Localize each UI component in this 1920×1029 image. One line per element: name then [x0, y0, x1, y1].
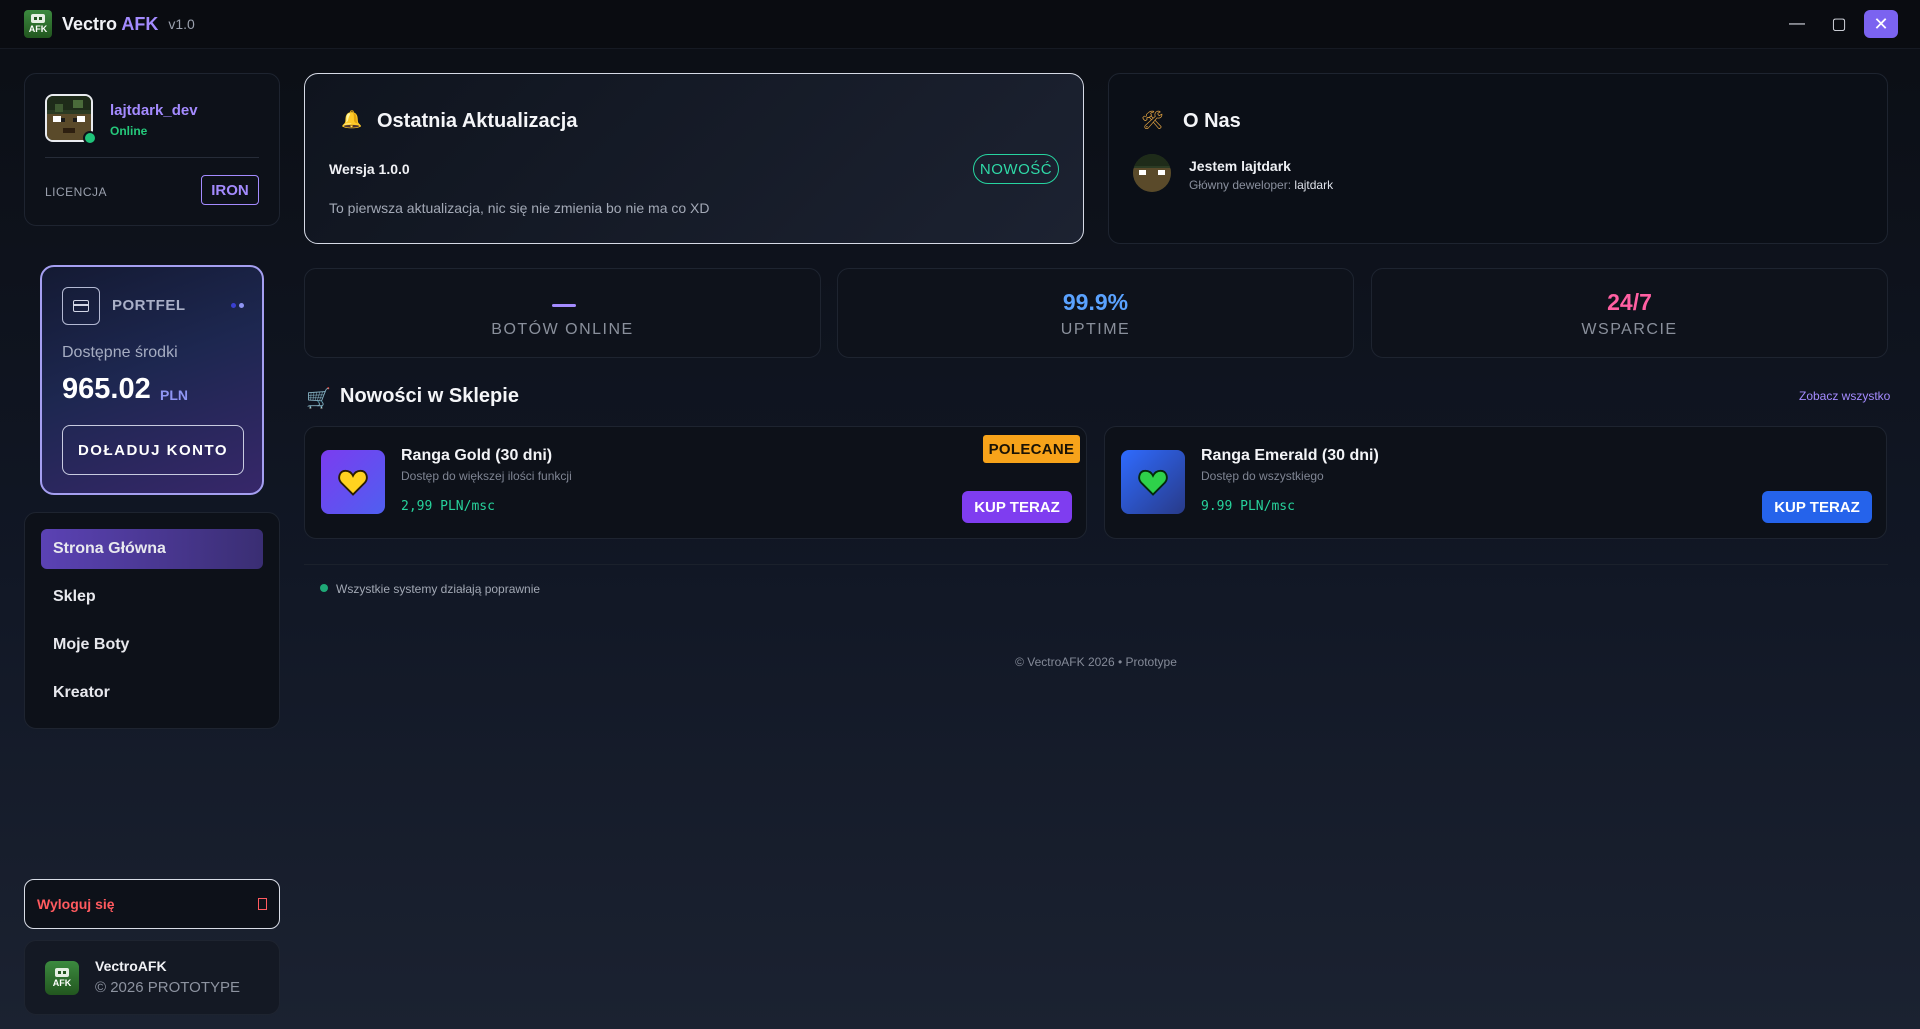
topup-button[interactable]: DOŁADUJ KONTO: [62, 425, 244, 475]
license-label: LICENCJA: [45, 185, 108, 199]
product-card-emerald: Ranga Emerald (30 dni) Dostęp do wszystk…: [1104, 426, 1887, 539]
stat-value: 24/7: [1607, 289, 1652, 315]
about-title: O Nas: [1183, 110, 1241, 132]
product-description: Dostęp do większej ilości funkcji: [401, 469, 572, 483]
buy-emerald-button[interactable]: KUP TERAZ: [1762, 491, 1872, 523]
developer-name: Jestem lajtdark: [1189, 158, 1291, 174]
tools-icon: 🛠: [1141, 110, 1164, 130]
product-price: 9.99 PLN/msc: [1201, 499, 1295, 514]
new-badge: NOWOŚĆ: [973, 154, 1059, 184]
brand-card: AFK VectroAFK © 2026 PROTOTYPE: [24, 940, 280, 1015]
logout-icon: [258, 898, 267, 910]
shop-title: Nowości w Sklepie: [340, 385, 519, 407]
divider: [304, 564, 1888, 565]
update-text: To pierwsza aktualizacja, nic się nie zm…: [329, 200, 710, 216]
wallet-amount: 965.02: [62, 373, 151, 405]
product-description: Dostęp do wszystkiego: [1201, 469, 1324, 483]
featured-badge: POLECANE: [983, 435, 1080, 463]
stat-uptime: 99.9% UPTIME: [837, 268, 1354, 358]
brand-copyright: © 2026 PROTOTYPE: [95, 979, 240, 996]
stat-value: 99.9%: [1062, 289, 1129, 315]
system-status-text: Wszystkie systemy działają poprawnie: [336, 582, 541, 596]
developer-role: Główny deweloper: lajtdark: [1189, 178, 1334, 192]
wallet-card-icon: [62, 287, 100, 325]
stat-dash: [552, 304, 576, 307]
product-price: 2,99 PLN/msc: [401, 499, 495, 514]
dots-indicator-icon: [231, 303, 245, 309]
product-name: Ranga Gold (30 dni): [401, 447, 553, 464]
sidebar-nav: Strona Główna Sklep Moje Boty Kreator: [24, 512, 280, 729]
product-card-gold: Ranga Gold (30 dni) Dostęp do większej i…: [304, 426, 1087, 539]
bell-icon: 🔔: [341, 110, 363, 129]
heart-yellow-icon: [321, 450, 385, 514]
cart-icon: 🛒: [306, 388, 331, 410]
latest-update-card: 🔔 Ostatnia Aktualizacja Wersja 1.0.0 NOW…: [304, 73, 1084, 244]
sidebar-item-home[interactable]: Strona Główna: [41, 529, 263, 569]
update-title: Ostatnia Aktualizacja: [377, 110, 578, 132]
available-funds-label: Dostępne środki: [62, 344, 178, 361]
title-bar: AFK Vectro AFK v1.0: [0, 0, 1920, 49]
sidebar-item-shop[interactable]: Sklep: [41, 577, 263, 617]
system-status-dot: [320, 584, 328, 592]
stat-support: 24/7 WSPARCIE: [1371, 268, 1888, 358]
logout-label: Wyloguj się: [37, 896, 115, 912]
close-button[interactable]: ✕: [1864, 10, 1898, 38]
wallet-card: PORTFEL Dostępne środki 965.02 PLN DOŁAD…: [40, 265, 264, 495]
brand-logo-icon: AFK: [45, 961, 79, 995]
app-version: v1.0: [168, 16, 195, 32]
online-status-dot: [83, 131, 97, 145]
stat-bots-online: BOTÓW ONLINE: [304, 268, 821, 358]
profile-card: lajtdark_dev Online LICENCJA IRON: [24, 73, 280, 226]
app-title: Vectro AFK: [62, 13, 159, 34]
brand-name: VectroAFK: [95, 958, 167, 974]
footer-copyright: © VectroAFK 2026 • Prototype: [1015, 655, 1177, 669]
wallet-title: PORTFEL: [112, 297, 186, 314]
wallet-currency: PLN: [160, 387, 188, 403]
about-card: 🛠 O Nas Jestem lajtdark Główny deweloper…: [1108, 73, 1888, 244]
app-logo-icon: AFK: [24, 10, 52, 38]
stat-label: UPTIME: [1060, 321, 1131, 338]
stat-label: BOTÓW ONLINE: [491, 321, 634, 338]
logout-button[interactable]: Wyloguj się: [24, 879, 280, 929]
divider: [45, 157, 259, 158]
username: lajtdark_dev: [110, 102, 198, 119]
heart-green-icon: [1121, 450, 1185, 514]
sidebar-item-creator[interactable]: Kreator: [41, 673, 263, 713]
developer-avatar: [1133, 154, 1171, 192]
buy-gold-button[interactable]: KUP TERAZ: [962, 491, 1072, 523]
stat-label: WSPARCIE: [1581, 321, 1678, 338]
license-badge: IRON: [201, 175, 259, 205]
user-status: Online: [110, 124, 148, 138]
product-name: Ranga Emerald (30 dni): [1201, 447, 1379, 464]
update-version: Wersja 1.0.0: [329, 161, 410, 177]
maximize-button[interactable]: ▢: [1822, 10, 1856, 38]
see-all-link[interactable]: Zobacz wszystko: [1799, 389, 1890, 403]
minimize-button[interactable]: —: [1780, 10, 1814, 38]
